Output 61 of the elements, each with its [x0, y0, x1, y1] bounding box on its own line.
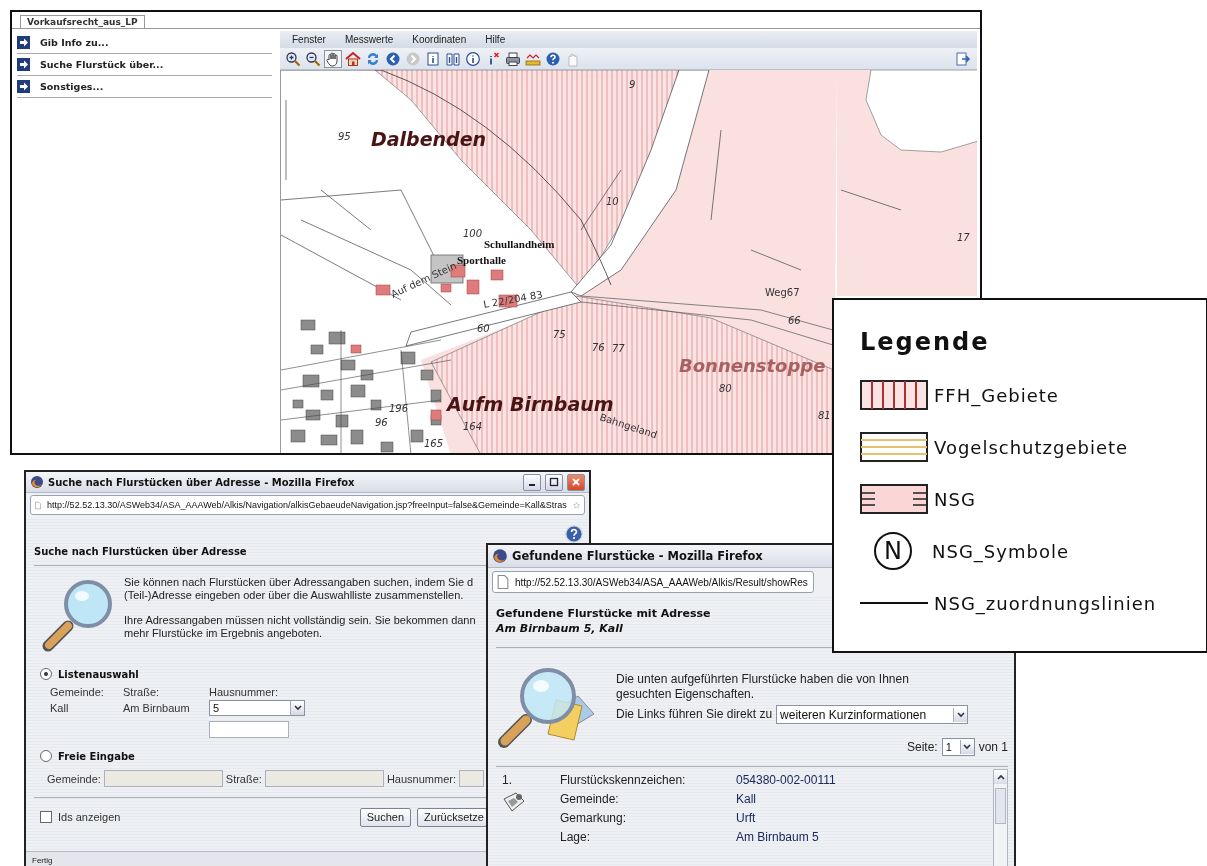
info-text: gesuchten Eigenschaften.	[616, 687, 756, 702]
field-label: Flurstückskennzeichen:	[560, 773, 687, 788]
legend-label: Vogelschutzgebiete	[934, 436, 1129, 458]
map-label: 81	[818, 410, 831, 421]
page-label: Seite:	[906, 739, 938, 755]
window-title: Gefundene Flurstücke - Mozilla Firefox	[512, 549, 763, 563]
map-label: 164	[463, 421, 483, 432]
page-heading: Suche nach Flurstücken über Adresse	[34, 546, 247, 557]
window-title: Suche nach Flurstücken über Adresse - Mozilla Firefox	[48, 476, 355, 488]
status-text: Fertig	[32, 855, 53, 865]
map-label: 196	[389, 403, 409, 414]
map-label: 96	[375, 417, 388, 428]
field-value: Urft	[736, 811, 757, 826]
field-value: 054380-002-00111	[736, 773, 836, 788]
page-total: von 1	[978, 739, 1008, 755]
map-label: 165	[424, 438, 444, 449]
legend-label: NSG_zuordnungslinien	[934, 592, 1157, 614]
field-value: Am Birnbaum 5	[736, 830, 820, 845]
map-label: Bonnenstoppe	[679, 355, 826, 376]
intro-text: Ihre Adressangaben müssen nicht vollständig sein. Sie bekommen dann	[124, 614, 476, 627]
legend-label: FFH_Gebiete	[934, 384, 1059, 406]
field-label: Gemarkung:	[560, 811, 628, 826]
field-label: Hausnummer:	[209, 686, 280, 698]
map-label: 17	[957, 232, 970, 243]
map-label: Weg67	[765, 287, 800, 298]
legend-label: NSG_Symbole	[932, 540, 1069, 562]
page-heading: Gefundene Flurstücke mit Adresse	[496, 607, 712, 620]
map-label: 60	[477, 323, 490, 334]
map-label: 9	[629, 79, 636, 90]
field-label: Straße:	[225, 772, 262, 785]
map-label: Sporthalle	[457, 254, 506, 266]
field-label: Straße:	[123, 686, 161, 698]
legend-title: Legende	[860, 328, 991, 356]
field-value: Kall	[50, 702, 70, 714]
field-label: Gemeinde:	[50, 686, 105, 698]
field-value: Kall	[736, 792, 757, 807]
field-label: Gemeinde:	[560, 792, 620, 807]
map-label: L 22/204 83	[482, 288, 544, 310]
map-label: 80	[719, 383, 732, 394]
field-value: Am Birnbaum	[123, 702, 191, 714]
field-label: Lage:	[560, 830, 592, 845]
map-label: Schullandheim	[484, 238, 555, 250]
intro-text: Sie können nach Flurstücken über Adressangaben suchen, indem Sie d	[124, 576, 475, 589]
map-label: 66	[788, 315, 801, 326]
intro-text: (Teil-)Adresse eingeben oder über die Auswahlliste zusammenstellen.	[124, 589, 465, 602]
intro-text: mehr Flurstücke im Ergebnis angeboten.	[124, 627, 324, 640]
map-label: 75	[553, 329, 566, 340]
legend-label: NSG	[934, 488, 976, 510]
field-label: Gemeinde:	[47, 772, 101, 785]
info-text: Die Links führen Sie direkt zu	[616, 707, 773, 722]
info-text: Die unten aufgeführten Flurstücke haben die von Ihnen	[616, 672, 910, 687]
result-number: 1.	[502, 773, 513, 787]
map-label: 76	[592, 342, 605, 353]
map-label: 95	[338, 131, 351, 142]
field-label: Hausnummer:	[386, 772, 456, 785]
address-text: Am Birnbaum 5, Kall	[496, 622, 624, 635]
map-label: 77	[612, 343, 625, 354]
map-label: Dalbenden	[371, 128, 487, 150]
map-label: 100	[463, 228, 483, 239]
map-label: 10	[606, 196, 619, 207]
symbol-circle: N	[874, 532, 912, 570]
